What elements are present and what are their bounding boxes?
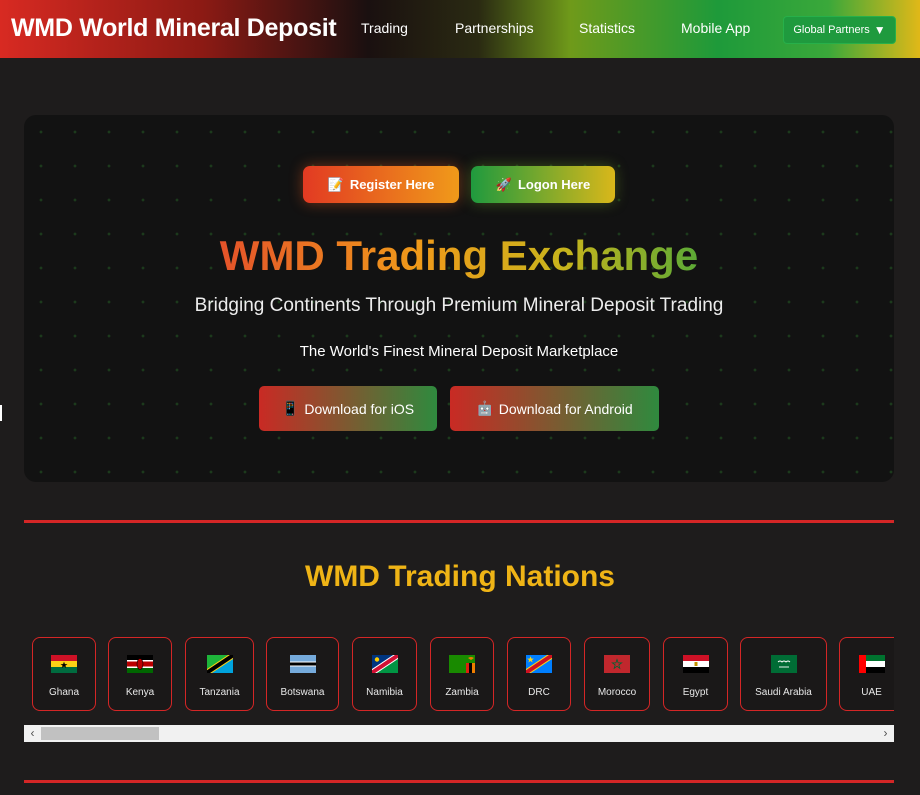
nation-name: Saudi Arabia xyxy=(755,687,812,698)
nation-name: Morocco xyxy=(597,687,637,698)
saudi-arabia-flag-icon xyxy=(770,655,797,673)
nation-card-drc[interactable]: DRC xyxy=(507,637,571,711)
nation-card-saudi-arabia[interactable]: Saudi Arabia xyxy=(740,637,827,711)
horizontal-scrollbar[interactable]: ‹ › xyxy=(24,725,894,742)
nation-card-namibia[interactable]: Namibia xyxy=(352,637,417,711)
register-label: Register Here xyxy=(349,177,435,192)
mobile-phone-icon: 📱 xyxy=(281,400,300,416)
nation-name: DRC xyxy=(528,687,550,698)
nav-link-statistics[interactable]: Statistics xyxy=(579,20,635,36)
morocco-flag-icon xyxy=(604,655,630,673)
nation-card-morocco[interactable]: Morocco xyxy=(584,637,650,711)
download-android-label: Download for Android xyxy=(498,400,633,417)
nation-name: Tanzania xyxy=(199,687,240,698)
hero-tagline: The World's Finest Mineral Deposit Marke… xyxy=(299,343,619,360)
tanzania-flag-icon xyxy=(206,655,233,673)
top-navbar: WMD World Mineral Deposit Trading Partne… xyxy=(0,0,920,58)
chevron-down-icon: ▼ xyxy=(873,23,886,37)
uae-flag-icon xyxy=(858,655,885,673)
global-partners-label: Global Partners xyxy=(793,24,870,36)
nation-card-ghana[interactable]: Ghana xyxy=(32,637,96,711)
nations-title: WMD Trading Nations xyxy=(305,560,615,593)
nation-card-zambia[interactable]: Zambia xyxy=(430,637,494,711)
namibia-flag-icon xyxy=(371,655,398,673)
egypt-flag-icon xyxy=(682,655,709,673)
download-ios-button[interactable]: 📱 Download for iOS xyxy=(259,386,437,431)
nation-name: Botswana xyxy=(280,687,325,698)
nation-name: Zambia xyxy=(445,687,479,698)
logon-button[interactable]: 🚀 Logon Here xyxy=(471,166,615,203)
hero-title: WMD Trading Exchange xyxy=(24,231,894,281)
download-android-button[interactable]: 🤖 Download for Android xyxy=(450,386,659,431)
nation-card-tanzania[interactable]: Tanzania xyxy=(185,637,254,711)
scroll-left-arrow-icon[interactable]: ‹ xyxy=(24,725,41,742)
zambia-flag-icon xyxy=(449,655,475,673)
download-ios-label: Download for iOS xyxy=(304,400,415,417)
scroll-right-arrow-icon[interactable]: › xyxy=(877,725,894,742)
nation-card-egypt[interactable]: Egypt xyxy=(663,637,728,711)
brand-text: WMD World Mineral Deposit xyxy=(11,13,337,42)
nation-name: Ghana xyxy=(48,687,80,698)
memo-icon: 📝 xyxy=(327,176,344,192)
drc-flag-icon xyxy=(526,655,552,673)
robot-icon: 🤖 xyxy=(476,400,494,416)
global-partners-dropdown[interactable]: Global Partners ▼ xyxy=(783,16,896,44)
brand-logo[interactable]: WMD World Mineral Deposit xyxy=(11,13,337,43)
section-divider-bottom xyxy=(24,780,894,783)
nation-name: Kenya xyxy=(125,687,155,698)
logon-label: Logon Here xyxy=(517,177,591,192)
kenya-flag-icon xyxy=(127,655,153,673)
nav-link-trading[interactable]: Trading xyxy=(361,20,408,36)
nation-name: Namibia xyxy=(366,687,403,698)
ghana-flag-icon xyxy=(51,655,77,673)
scrollbar-thumb[interactable] xyxy=(41,727,159,740)
scroll-container-mask xyxy=(894,620,920,725)
nation-card-kenya[interactable]: Kenya xyxy=(108,637,172,711)
rocket-icon: 🚀 xyxy=(495,176,512,192)
nation-name: Egypt xyxy=(682,687,709,698)
register-button[interactable]: 📝 Register Here xyxy=(303,166,459,203)
nav-link-partnerships[interactable]: Partnerships xyxy=(455,20,534,36)
nation-card-botswana[interactable]: Botswana xyxy=(266,637,339,711)
botswana-flag-icon xyxy=(289,655,316,673)
nav-link-mobile-app[interactable]: Mobile App xyxy=(681,20,750,36)
page-edge-marker xyxy=(0,405,2,421)
hero-subtitle: Bridging Continents Through Premium Mine… xyxy=(194,295,724,316)
section-divider xyxy=(24,520,894,523)
hero-section: 📝 Register Here 🚀 Logon Here WMD Trading… xyxy=(24,115,894,482)
